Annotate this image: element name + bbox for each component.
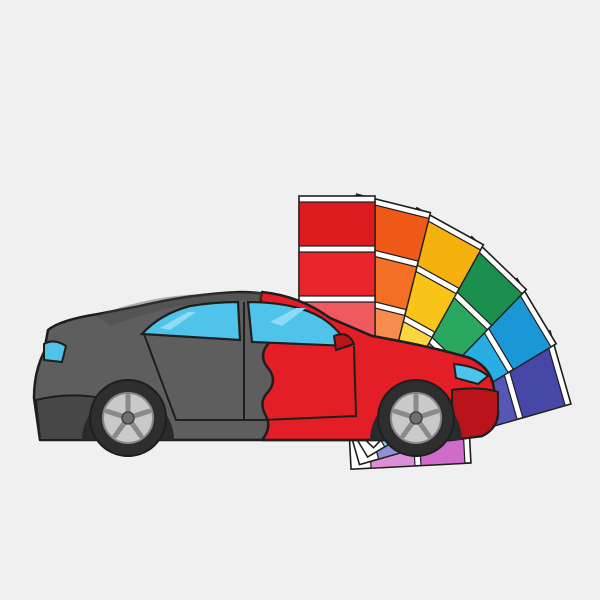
tail-light	[43, 340, 68, 364]
red-strip-swatch	[298, 201, 376, 247]
front-wheel-hub	[409, 411, 423, 425]
illustration-canvas	[0, 0, 600, 600]
front-wheel	[377, 379, 455, 457]
car-paint-illustration	[32, 193, 572, 471]
red-strip-swatch	[298, 251, 376, 297]
rear-wheel	[89, 379, 167, 457]
rear-wheel-hub	[121, 411, 135, 425]
